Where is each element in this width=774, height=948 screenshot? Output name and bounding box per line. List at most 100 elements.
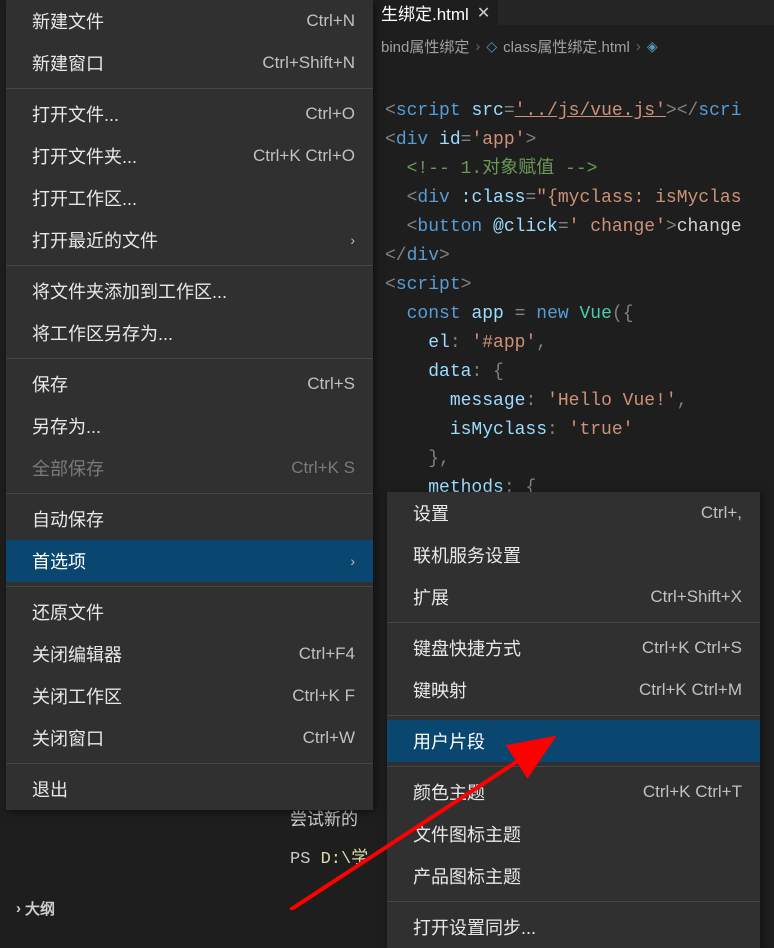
- menu-separator: [6, 265, 373, 266]
- chevron-right-icon: ›: [350, 232, 355, 248]
- menu-item-label: 打开文件...: [32, 101, 119, 127]
- chevron-right-icon: ›: [16, 900, 21, 917]
- menu-item-label: 全部保存: [32, 455, 104, 481]
- menu-item[interactable]: 退出: [6, 768, 373, 810]
- menu-item[interactable]: 将文件夹添加到工作区...: [6, 270, 373, 312]
- menu-item-label: 新建窗口: [32, 50, 104, 76]
- menu-item[interactable]: 关闭窗口 Ctrl+W: [6, 717, 373, 759]
- menu-item[interactable]: 另存为...: [6, 405, 373, 447]
- menu-item-label: 打开设置同步...: [413, 914, 536, 940]
- menu-item-label: 自动保存: [32, 506, 104, 532]
- menu-item-label: 文件图标主题: [413, 821, 521, 847]
- menu-item[interactable]: 保存 Ctrl+S: [6, 363, 373, 405]
- outline-panel-header[interactable]: › 大纲: [16, 898, 55, 919]
- menu-item-label: 退出: [32, 776, 68, 802]
- menu-shortcut: Ctrl+,: [701, 503, 742, 523]
- menu-separator: [387, 901, 760, 902]
- code-icon: ◈: [647, 38, 658, 55]
- submenu-item[interactable]: 联机服务设置: [387, 534, 760, 576]
- menu-shortcut: Ctrl+K Ctrl+O: [253, 146, 355, 166]
- close-icon[interactable]: ✕: [477, 3, 490, 23]
- menu-item[interactable]: 新建窗口 Ctrl+Shift+N: [6, 42, 373, 84]
- menu-shortcut: Ctrl+K Ctrl+S: [642, 638, 742, 658]
- menu-separator: [6, 88, 373, 89]
- breadcrumb[interactable]: bind属性绑定 › ◇ class属性绑定.html › ◈: [373, 32, 774, 60]
- file-menu[interactable]: 新建文件Ctrl+N新建窗口Ctrl+Shift+N打开文件...Ctrl+O打…: [6, 0, 373, 810]
- menu-item[interactable]: 首选项 ›: [6, 540, 373, 582]
- menu-shortcut: Ctrl+Shift+X: [650, 587, 742, 607]
- menu-item-label: 设置: [413, 500, 449, 526]
- menu-item-label: 颜色主题: [413, 779, 485, 805]
- menu-item[interactable]: 打开文件夹... Ctrl+K Ctrl+O: [6, 135, 373, 177]
- outline-label: 大纲: [25, 898, 55, 919]
- menu-item-label: 关闭工作区: [32, 683, 122, 709]
- submenu-item[interactable]: 用户片段: [387, 720, 760, 762]
- menu-item[interactable]: 打开文件... Ctrl+O: [6, 93, 373, 135]
- editor-tab[interactable]: 生绑定.html ✕: [373, 0, 498, 25]
- preferences-submenu[interactable]: 设置 Ctrl+, 联机服务设置扩展 Ctrl+Shift+X 键盘快捷方式 Ctrl+K…: [387, 492, 760, 948]
- submenu-item[interactable]: 打开设置同步...: [387, 906, 760, 948]
- menu-item-label: 打开最近的文件: [32, 227, 158, 253]
- menu-item-label: 用户片段: [413, 728, 485, 754]
- menu-item[interactable]: 关闭编辑器 Ctrl+F4: [6, 633, 373, 675]
- menu-item-label: 首选项: [32, 548, 86, 574]
- menu-item-label: 关闭窗口: [32, 725, 104, 751]
- menu-item-label: 键盘快捷方式: [413, 635, 521, 661]
- menu-item-label: 关闭编辑器: [32, 641, 122, 667]
- tab-bar: 生绑定.html ✕: [373, 0, 774, 25]
- submenu-item[interactable]: 文件图标主题: [387, 813, 760, 855]
- menu-separator: [387, 715, 760, 716]
- menu-separator: [6, 493, 373, 494]
- menu-item-label: 将工作区另存为...: [32, 320, 173, 346]
- breadcrumb-item[interactable]: bind属性绑定: [381, 36, 469, 57]
- submenu-item[interactable]: 设置 Ctrl+,: [387, 492, 760, 534]
- submenu-item[interactable]: 扩展 Ctrl+Shift+X: [387, 576, 760, 618]
- menu-item-label: 打开文件夹...: [32, 143, 137, 169]
- html-file-icon: ◇: [486, 38, 497, 55]
- menu-separator: [387, 766, 760, 767]
- menu-shortcut: Ctrl+K Ctrl+T: [643, 782, 742, 802]
- menu-item[interactable]: 自动保存: [6, 498, 373, 540]
- chevron-right-icon: ›: [636, 38, 641, 55]
- menu-shortcut: Ctrl+K F: [292, 686, 355, 706]
- menu-shortcut: Ctrl+K S: [291, 458, 355, 478]
- menu-item[interactable]: 新建文件 Ctrl+N: [6, 0, 373, 42]
- menu-item[interactable]: 还原文件: [6, 591, 373, 633]
- code-editor[interactable]: <script src='../js/vue.js'></scri <div i…: [385, 68, 774, 532]
- submenu-item[interactable]: 产品图标主题: [387, 855, 760, 897]
- menu-shortcut: Ctrl+F4: [299, 644, 355, 664]
- menu-shortcut: Ctrl+O: [305, 104, 355, 124]
- submenu-item[interactable]: 键映射 Ctrl+K Ctrl+M: [387, 669, 760, 711]
- menu-item-label: 还原文件: [32, 599, 104, 625]
- menu-item-label: 键映射: [413, 677, 467, 703]
- menu-shortcut: Ctrl+S: [307, 374, 355, 394]
- menu-separator: [6, 586, 373, 587]
- menu-item-label: 另存为...: [32, 413, 101, 439]
- menu-item[interactable]: 关闭工作区 Ctrl+K F: [6, 675, 373, 717]
- menu-item-label: 保存: [32, 371, 68, 397]
- menu-item: 全部保存 Ctrl+K S: [6, 447, 373, 489]
- submenu-item[interactable]: 键盘快捷方式 Ctrl+K Ctrl+S: [387, 627, 760, 669]
- menu-separator: [387, 622, 760, 623]
- menu-item[interactable]: 将工作区另存为...: [6, 312, 373, 354]
- menu-separator: [6, 763, 373, 764]
- menu-shortcut: Ctrl+N: [306, 11, 355, 31]
- terminal-line: PS D:\学: [290, 841, 368, 879]
- menu-item-label: 打开工作区...: [32, 185, 137, 211]
- menu-item-label: 产品图标主题: [413, 863, 521, 889]
- chevron-right-icon: ›: [475, 38, 480, 55]
- breadcrumb-item[interactable]: class属性绑定.html: [503, 36, 630, 57]
- menu-shortcut: Ctrl+W: [303, 728, 355, 748]
- submenu-item[interactable]: 颜色主题 Ctrl+K Ctrl+T: [387, 771, 760, 813]
- menu-shortcut: Ctrl+Shift+N: [262, 53, 355, 73]
- menu-item-label: 扩展: [413, 584, 449, 610]
- chevron-right-icon: ›: [350, 553, 355, 569]
- menu-item[interactable]: 打开工作区...: [6, 177, 373, 219]
- menu-item-label: 联机服务设置: [413, 542, 521, 568]
- menu-item[interactable]: 打开最近的文件 ›: [6, 219, 373, 261]
- menu-separator: [6, 358, 373, 359]
- tab-title: 生绑定.html: [381, 0, 469, 25]
- menu-item-label: 新建文件: [32, 8, 104, 34]
- menu-item-label: 将文件夹添加到工作区...: [32, 278, 227, 304]
- menu-shortcut: Ctrl+K Ctrl+M: [639, 680, 742, 700]
